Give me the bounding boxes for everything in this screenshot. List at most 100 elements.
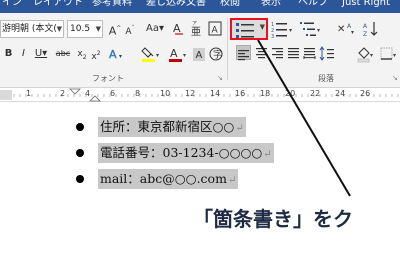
grow-font-icon[interactable]: A^ — [108, 20, 122, 38]
borders-icon[interactable]: ▾ — [379, 45, 399, 63]
horizontal-ruler[interactable]: 1 2 4 6 8 10 12 14 16 18 20 22 24 26 — [0, 88, 400, 102]
svg-text:A: A — [173, 22, 181, 35]
svg-text:A: A — [212, 26, 219, 36]
ruler-number: 2 — [60, 89, 66, 98]
chevron-down-icon: ▼ — [259, 23, 265, 31]
svg-text:A: A — [109, 48, 117, 61]
phonetic-guide-icon[interactable]: ア亜 — [189, 20, 203, 38]
svg-text:A: A — [170, 47, 178, 60]
ruler-number: 4 — [85, 89, 91, 98]
svg-text:亜: 亜 — [191, 27, 201, 36]
font-name-value: 游明朝 (本文( — [2, 24, 57, 34]
font-size-value: 10.5 — [70, 24, 91, 34]
shrink-font-icon[interactable]: Aˇ — [123, 20, 137, 38]
ruler-number: 6 — [110, 89, 116, 98]
group-separator — [227, 18, 228, 80]
svg-text:Z: Z — [363, 31, 367, 38]
ribbon-tab-bar: イン レイアウト 参考資料 差し込み文書 校閲 表示 ヘルプ Just Righ… — [0, 0, 400, 13]
ruler-number: 1 — [26, 89, 32, 98]
tab-just-right[interactable]: Just Right — [342, 0, 390, 9]
char-shading-icon[interactable]: A — [192, 45, 206, 63]
svg-text:✕: ✕ — [337, 24, 345, 35]
align-center-button[interactable] — [254, 45, 269, 60]
svg-text:A: A — [196, 50, 203, 61]
paragraph-mark-icon: ↵ — [263, 149, 272, 160]
ruler-number: 26 — [360, 89, 371, 98]
tab-insert[interactable]: イン — [2, 0, 22, 9]
ruler-number: 14 — [210, 89, 221, 98]
svg-text:A: A — [363, 23, 368, 30]
tab-references[interactable]: 参考資料 — [92, 0, 132, 9]
text-effects-icon[interactable]: A ▾ — [108, 45, 126, 63]
tab-layout[interactable]: レイアウト — [33, 0, 83, 9]
list-item-3-text: mail：abc@○○.com — [100, 171, 227, 186]
svg-text:字: 字 — [213, 49, 222, 61]
distributed-button[interactable] — [302, 45, 317, 60]
document-page[interactable]: 住所：東京都新宿区○○↵ 電話番号：03-1234-○○○○↵ mail：abc… — [0, 103, 400, 267]
sort-icon[interactable]: AZ — [362, 20, 380, 38]
ruler-number: 20 — [285, 89, 296, 98]
underline-icon[interactable]: U▾ — [32, 45, 50, 63]
svg-text:▾: ▾ — [183, 52, 186, 59]
svg-text:▾: ▾ — [351, 29, 354, 36]
tab-mailings[interactable]: 差し込み文書 — [146, 0, 206, 9]
italic-icon[interactable]: I — [18, 45, 29, 63]
list-item-text[interactable]: mail：abc@○○.com↵ — [98, 169, 239, 189]
paragraph-mark-icon: ↵ — [227, 175, 237, 186]
ruler-number: 10 — [160, 89, 171, 98]
highlight-color-icon[interactable]: ▾ — [141, 45, 163, 63]
font-size-combobox[interactable]: 10.5 ▼ — [67, 20, 103, 38]
bold-icon[interactable]: B — [3, 45, 14, 63]
svg-text:▾: ▾ — [317, 27, 320, 34]
align-right-button[interactable] — [270, 45, 285, 60]
font-group-label: フォント — [92, 74, 124, 83]
clear-formatting-icon[interactable]: A — [172, 20, 186, 38]
svg-text:▾: ▾ — [393, 52, 396, 59]
svg-text:▾: ▾ — [119, 53, 122, 60]
instruction-callout: 「箇条書き」をク — [193, 207, 353, 231]
bullet-marker — [76, 149, 84, 157]
ruler-number: 22 — [310, 89, 321, 98]
list-item-1-text: 住所：東京都新宿区○○ — [100, 119, 235, 134]
asian-layout-icon[interactable]: ✕ A ▾ — [336, 20, 358, 38]
font-color-icon[interactable]: A ▾ — [168, 45, 190, 63]
bullets-icon — [236, 23, 254, 38]
svg-text:▾: ▾ — [156, 52, 159, 59]
first-line-indent-marker — [69, 88, 81, 95]
ruler-number: 24 — [335, 89, 346, 98]
font-dialog-launcher-icon[interactable]: ↘ — [217, 74, 223, 82]
tab-help[interactable]: ヘルプ — [298, 0, 328, 9]
paragraph-group-label: 段落 — [318, 74, 334, 83]
align-left-button[interactable] — [236, 45, 251, 61]
strikethrough-icon[interactable]: abc — [54, 45, 72, 63]
chevron-down-icon: ▼ — [95, 25, 101, 33]
ruler-number: 18 — [260, 89, 271, 98]
justify-button[interactable] — [286, 45, 301, 60]
change-case-icon[interactable]: Aa▾ — [145, 20, 165, 38]
enclose-characters-icon[interactable]: A — [208, 20, 222, 38]
svg-text:3: 3 — [271, 34, 274, 38]
paragraph-mark-icon: ↵ — [235, 123, 244, 134]
list-item-text[interactable]: 電話番号：03-1234-○○○○↵ — [98, 143, 274, 163]
tab-review[interactable]: 校閲 — [220, 0, 240, 9]
list-item-text[interactable]: 住所：東京都新宿区○○↵ — [98, 117, 246, 137]
subscript-icon[interactable]: x2 — [76, 45, 88, 63]
paragraph-dialog-launcher-icon[interactable]: ↘ — [392, 74, 398, 82]
ruler-number: 8 — [135, 89, 141, 98]
bullets-button[interactable]: ▼ — [230, 18, 268, 40]
shading-icon[interactable]: ▾ — [356, 45, 376, 63]
ribbon-home: 游明朝 (本文( ▼ 10.5 ▼ A^ Aˇ Aa▾ A ア亜 A B I U… — [0, 13, 400, 88]
numbering-icon[interactable]: 1 2 3 ▾ — [271, 20, 295, 40]
multilevel-list-icon[interactable]: ▾ — [299, 20, 323, 38]
ruler-number: 12 — [185, 89, 196, 98]
bullet-marker — [76, 175, 84, 183]
font-name-combobox[interactable]: 游明朝 (本文( ▼ — [0, 20, 64, 38]
svg-text:▾: ▾ — [370, 52, 373, 59]
tab-view[interactable]: 表示 — [261, 0, 281, 9]
bullet-marker — [76, 123, 84, 131]
line-spacing-icon[interactable] — [319, 45, 337, 63]
char-border-icon[interactable]: 字 — [209, 45, 223, 63]
svg-text:▾: ▾ — [289, 27, 292, 34]
superscript-icon[interactable]: x2 — [90, 45, 102, 63]
list-item-2-text: 電話番号：03-1234-○○○○ — [100, 145, 263, 160]
